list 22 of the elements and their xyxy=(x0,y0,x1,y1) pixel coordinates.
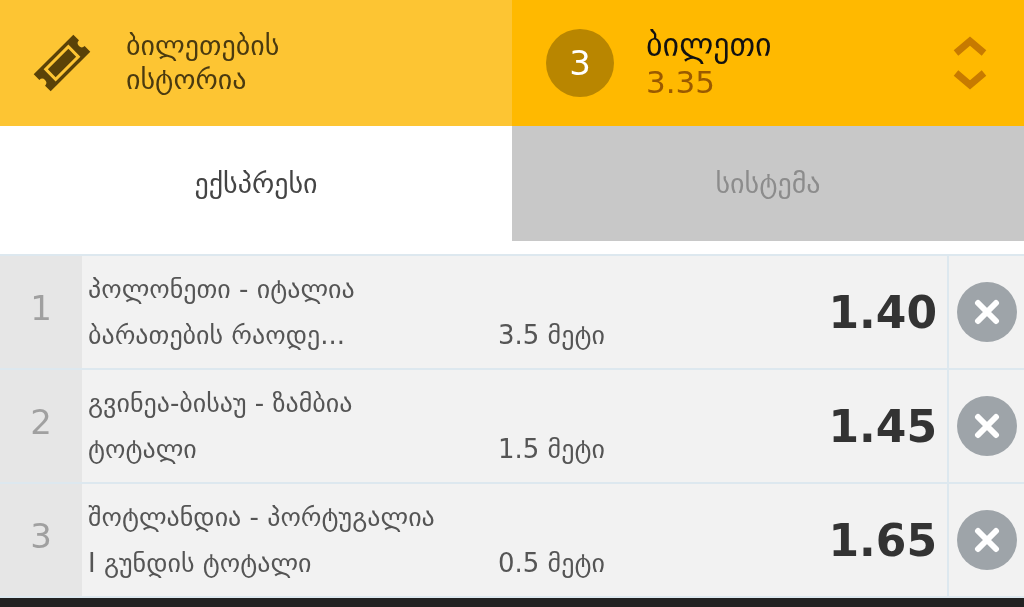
market-name: I გუნდის ტოტალი xyxy=(88,548,313,579)
odds-value: 1.65 xyxy=(828,514,938,566)
ticket-title: ბილეთი xyxy=(646,26,773,64)
match-name: პოლონეთი - იტალია xyxy=(88,274,355,305)
match-name: გვინეა-ბისაუ - ზამბია xyxy=(88,388,353,419)
close-icon xyxy=(973,527,1000,554)
ticket-count-badge: 3 xyxy=(546,29,614,97)
row-number: 2 xyxy=(0,370,82,483)
ticket-total: 3.35 xyxy=(646,64,717,100)
row-number: 1 xyxy=(0,256,82,369)
odds-value: 1.45 xyxy=(828,400,938,452)
odds-value: 1.40 xyxy=(828,286,938,338)
bet-pick: 3.5 მეტი xyxy=(498,320,605,351)
close-icon xyxy=(973,413,1000,440)
bet-pick: 1.5 მეტი xyxy=(498,434,605,465)
row-number: 3 xyxy=(0,484,82,597)
market-name: ბარათების რაოდე... xyxy=(88,320,346,351)
close-icon xyxy=(973,299,1000,326)
market-name: ტოტალი xyxy=(88,434,198,465)
bet-pick: 0.5 მეტი xyxy=(498,548,605,579)
history-button[interactable]: ბილეთების ისტორია xyxy=(0,0,512,127)
match-name: შოტლანდია - პორტუგალია xyxy=(88,502,435,533)
